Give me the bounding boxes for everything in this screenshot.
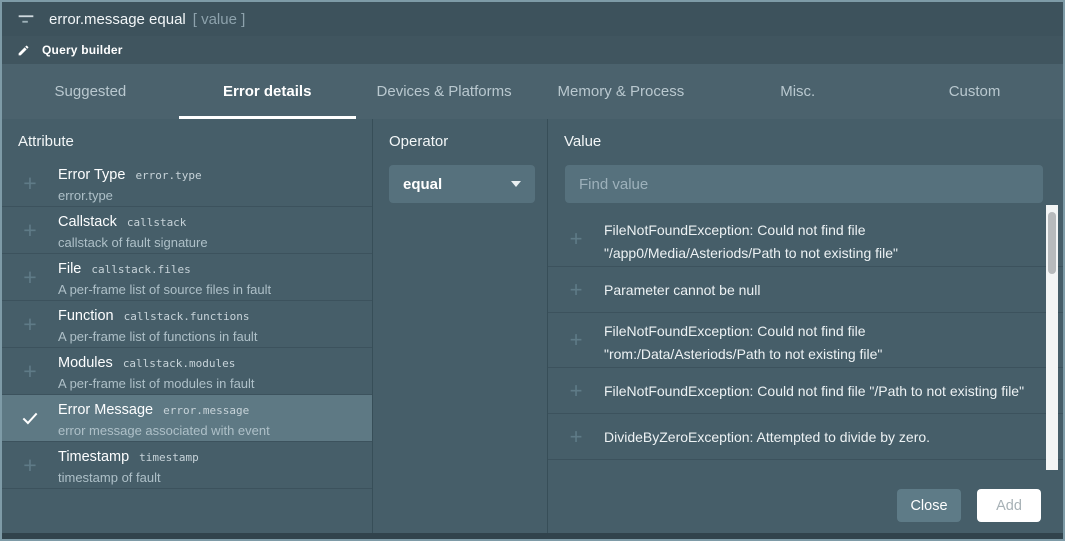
scrollbar-thumb[interactable] — [1048, 212, 1056, 274]
attribute-description: error message associated with event — [58, 421, 372, 441]
query-builder-label: Query builder — [42, 43, 123, 57]
value-row[interactable]: + Parameter cannot be null — [548, 267, 1063, 313]
operator-selected-value: equal — [403, 176, 442, 193]
attribute-row-timestamp[interactable]: + Timestamp timestamp timestamp of fault — [2, 442, 372, 489]
value-row[interactable]: + DivideByZeroException: Attempted to di… — [548, 460, 1063, 477]
close-button[interactable]: Close — [897, 489, 961, 522]
add-icon: + — [2, 442, 58, 488]
attribute-row-error-type[interactable]: + Error Type error.type error.type — [2, 160, 372, 207]
value-text-line1: FileNotFoundException: Could not find fi… — [604, 320, 882, 343]
attribute-title: Error Type — [58, 167, 125, 183]
value-row[interactable]: + FileNotFoundException: Could not find … — [548, 212, 1063, 267]
add-button[interactable]: Add — [977, 489, 1041, 522]
attribute-panel: Attribute + Error Type error.type error.t… — [2, 119, 373, 533]
add-icon: + — [2, 160, 58, 206]
value-row[interactable]: + DivideByZeroException: Attempted to di… — [548, 414, 1063, 460]
attribute-title: File — [58, 261, 81, 277]
filter-icon — [15, 8, 37, 30]
attribute-key: error.message — [163, 404, 249, 417]
query-builder-dialog: error.message equal [ value ] Query buil… — [0, 0, 1065, 541]
attribute-description: A per-frame list of modules in fault — [58, 374, 372, 394]
add-icon: + — [2, 207, 58, 253]
attribute-title: Error Message — [58, 402, 153, 418]
attribute-title: Callstack — [58, 214, 117, 230]
value-panel: Value + FileNotFoundException: Could not… — [548, 119, 1063, 533]
dialog-footer: Close Add — [548, 477, 1063, 533]
value-text-line1: FileNotFoundException: Could not find fi… — [604, 219, 898, 242]
value-row[interactable]: + FileNotFoundException: Could not find … — [548, 368, 1063, 414]
add-icon: + — [548, 426, 604, 448]
attribute-title: Modules — [58, 355, 113, 371]
bottom-strip — [2, 533, 1063, 539]
attribute-title: Timestamp — [58, 449, 129, 465]
operator-select[interactable]: equal — [389, 165, 535, 203]
attribute-description: A per-frame list of source files in faul… — [58, 280, 372, 300]
attribute-row-file[interactable]: + File callstack.files A per-frame list o… — [2, 254, 372, 301]
add-icon: + — [2, 301, 58, 347]
attribute-description: error.type — [58, 186, 372, 206]
value-list: + FileNotFoundException: Could not find … — [548, 212, 1063, 477]
tab-error-details[interactable]: Error details — [179, 64, 356, 119]
attribute-row-function[interactable]: + Function callstack.functions A per-fram… — [2, 301, 372, 348]
dialog-content: Attribute + Error Type error.type error.t… — [2, 119, 1063, 533]
attribute-key: timestamp — [139, 451, 199, 464]
add-icon: + — [548, 279, 604, 301]
attribute-description: A per-frame list of functions in fault — [58, 327, 372, 347]
edit-pencil-icon — [17, 44, 30, 57]
attribute-row-callstack[interactable]: + Callstack callstack callstack of fault … — [2, 207, 372, 254]
tab-misc[interactable]: Misc. — [709, 64, 886, 119]
add-icon: + — [548, 212, 604, 266]
attribute-key: callstack.files — [91, 263, 190, 276]
add-icon: + — [2, 348, 58, 394]
value-text-line2: "/app0/Media/Asteriods/Path to not exist… — [604, 242, 898, 265]
attribute-key: callstack — [127, 216, 187, 229]
tab-memory-process[interactable]: Memory & Process — [532, 64, 709, 119]
filter-expression: error.message equal — [49, 11, 186, 28]
tab-suggested[interactable]: Suggested — [2, 64, 179, 119]
category-tabs: Suggested Error details Devices & Platfo… — [2, 64, 1063, 119]
check-icon — [2, 395, 58, 441]
filter-value-placeholder: [ value ] — [193, 11, 246, 28]
attribute-row-modules[interactable]: + Modules callstack.modules A per-frame l… — [2, 348, 372, 395]
attribute-description: callstack of fault signature — [58, 233, 372, 253]
find-value-input[interactable] — [565, 165, 1043, 203]
attribute-panel-header: Attribute — [2, 119, 372, 160]
attribute-row-error-message[interactable]: Error Message error.message error message… — [2, 395, 372, 442]
attribute-description: timestamp of fault — [58, 468, 372, 488]
add-icon: + — [548, 313, 604, 367]
operator-panel-header: Operator — [373, 119, 547, 160]
attribute-key: callstack.functions — [124, 310, 250, 323]
attribute-key: error.type — [135, 169, 201, 182]
value-text: FileNotFoundException: Could not find fi… — [604, 382, 1024, 400]
title-bar: error.message equal [ value ] — [2, 2, 1063, 36]
chevron-down-icon — [511, 181, 521, 187]
tab-custom[interactable]: Custom — [886, 64, 1063, 119]
operator-panel: Operator equal — [373, 119, 548, 533]
value-text: DivideByZeroException: Attempted to divi… — [604, 428, 930, 446]
value-panel-header: Value — [548, 119, 1063, 160]
value-list-scrollbar[interactable] — [1046, 205, 1058, 470]
value-row[interactable]: + FileNotFoundException: Could not find … — [548, 313, 1063, 368]
add-icon: + — [2, 254, 58, 300]
tab-devices-platforms[interactable]: Devices & Platforms — [356, 64, 533, 119]
query-builder-bar: Query builder — [2, 36, 1063, 64]
value-text-line2: "rom:/Data/Asteriods/Path to not existin… — [604, 343, 882, 366]
add-icon: + — [548, 380, 604, 402]
attribute-key: callstack.modules — [123, 357, 236, 370]
value-text: Parameter cannot be null — [604, 281, 760, 299]
attribute-title: Function — [58, 308, 114, 324]
